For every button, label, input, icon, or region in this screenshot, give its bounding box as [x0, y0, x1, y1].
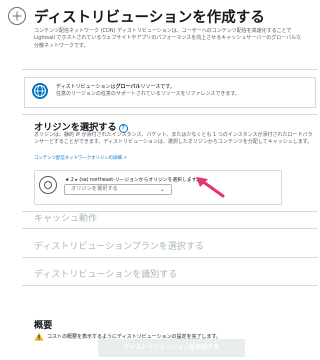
page-title: ディストリビューションを作成する [34, 10, 265, 26]
add-circle-icon [8, 7, 26, 25]
origin-select-dropdown[interactable]: オリジンを選択する ⌄ [64, 184, 172, 195]
plan-section[interactable]: ディストリビューションプランを選択する [34, 239, 204, 252]
info-global-text: ディストリビューションはグローバルリソースです。 [56, 84, 175, 90]
origin-region-label: ★ 2 ▸ (sa) northeast-リージョンからオリジンを選択します。 [65, 178, 201, 183]
page-description: コンテンツ配信ネットワーク (CDN) ディストリビューションは、ユーザーへのコ… [34, 28, 302, 49]
warning-icon [34, 332, 44, 341]
divider [22, 285, 318, 286]
create-distribution-button[interactable]: ディストリビューションを作成する [98, 339, 245, 357]
divider [22, 69, 318, 70]
pointer-arrow-icon [196, 177, 225, 198]
globe-icon [32, 83, 48, 99]
divider [22, 228, 318, 229]
origin-section-title: オリジンを選択する? [34, 119, 128, 133]
external-link-icon: ↗ [123, 156, 127, 161]
origin-description: オリジンは、静的 IP が添付されたインスタンス、バケット、または少なくとも 1… [34, 132, 313, 145]
identify-section[interactable]: ディストリビューションを識別する [34, 267, 177, 280]
chevron-down-icon: ⌄ [159, 186, 165, 193]
divider [22, 114, 318, 115]
summary-title: 概要 [34, 320, 53, 331]
origin-target-icon [39, 176, 57, 194]
cache-behavior-section[interactable]: キャッシュ動作 [34, 211, 97, 224]
info-detail-text: 任意のリージョンの任意のサポートされているリソースをリファレンスできます。 [56, 91, 240, 97]
origin-learn-more-link[interactable]: コンテンツ配信ネットワークオリジンの詳細 ↗ [34, 155, 127, 161]
divider [22, 257, 318, 258]
